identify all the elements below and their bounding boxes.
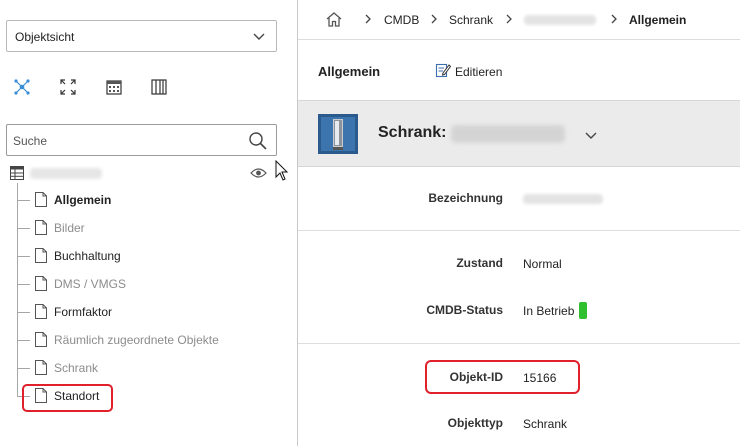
chevron-down-icon[interactable] (584, 128, 598, 142)
highlight-box-standort (22, 384, 113, 412)
chevron-right-icon (431, 14, 437, 24)
tree-node-label: Bilder (54, 221, 85, 235)
chevron-right-icon (506, 14, 512, 24)
field-label: Objekttyp (447, 416, 503, 430)
tree-node[interactable]: Räumlich zugeordnete Objekte (17, 330, 277, 350)
field-bezeichnung: Bezeichnung (298, 189, 740, 209)
breadcrumb: CMDB Schrank Allgemein (298, 0, 740, 40)
eye-icon[interactable] (250, 167, 267, 179)
search-icon[interactable] (248, 131, 268, 151)
table-icon (10, 166, 24, 180)
chevron-right-icon (611, 14, 617, 24)
field-value: In Betrieb (523, 304, 575, 318)
field-value-redacted (523, 194, 603, 204)
tree-node-label: Schrank (54, 361, 99, 375)
field-cmdb-status: CMDB-Status In Betrieb (298, 301, 740, 321)
section-divider (298, 343, 740, 344)
section-divider (298, 230, 740, 231)
page-title: Allgemein (318, 64, 381, 79)
main-panel: CMDB Schrank Allgemein Allgemein Editier… (298, 0, 740, 446)
tree-branch (17, 368, 30, 369)
highlight-box-objekt-id (425, 360, 580, 394)
document-icon (35, 220, 47, 235)
chevron-down-icon (253, 33, 265, 40)
tree-node[interactable]: Bilder (17, 218, 277, 238)
expand-icon[interactable] (59, 78, 77, 96)
field-label: Zustand (456, 256, 503, 270)
tree-node-label: Räumlich zugeordnete Objekte (54, 333, 219, 347)
left-panel: Objektsicht Suche Allgemein Bilder Buchh… (0, 0, 297, 446)
calendar-icon[interactable] (105, 78, 123, 96)
tree-branch (17, 312, 30, 313)
tree-node-label: DMS / VMGS (54, 277, 127, 291)
view-select-value: Objektsicht (15, 30, 75, 44)
mouse-cursor-icon (275, 160, 289, 181)
tree-node-label: Allgemein (54, 193, 112, 207)
field-objekttyp: Objekttyp Schrank (298, 414, 740, 434)
document-icon (35, 360, 47, 375)
tree-node-label: Formfaktor (54, 305, 113, 319)
document-icon (35, 192, 47, 207)
object-header: Schrank: (298, 100, 740, 167)
tree-node[interactable]: DMS / VMGS (17, 274, 277, 294)
tree-branch (17, 256, 30, 257)
home-icon[interactable] (326, 12, 342, 27)
field-zustand: Zustand Normal (298, 254, 740, 274)
page-header: Allgemein Editieren (298, 40, 740, 100)
search-box (6, 124, 277, 156)
tree-node[interactable]: Allgemein (17, 190, 277, 210)
tree-node-label: Buchhaltung (54, 249, 121, 263)
tree-node[interactable]: Schrank (17, 358, 277, 378)
chevron-right-icon (365, 14, 371, 24)
tree-branch (17, 228, 30, 229)
field-value: Normal (523, 257, 562, 271)
book-icon[interactable] (150, 78, 168, 96)
redacted-root-name (30, 168, 102, 179)
search-input[interactable] (13, 132, 233, 150)
document-icon (35, 332, 47, 347)
tree-root[interactable] (10, 165, 280, 183)
document-icon (35, 248, 47, 263)
tree-node[interactable]: Formfaktor (17, 302, 277, 322)
tree-branch (17, 284, 30, 285)
edit-icon[interactable] (435, 62, 451, 78)
tree-branch (17, 200, 30, 201)
breadcrumb-item-schrank[interactable]: Schrank (449, 13, 493, 27)
document-icon (35, 304, 47, 319)
breadcrumb-item-cmdb[interactable]: CMDB (384, 13, 419, 27)
breadcrumb-item-redacted[interactable] (524, 15, 596, 25)
view-select[interactable]: Objektsicht (6, 20, 277, 52)
object-type-label: Schrank: (378, 124, 447, 141)
rack-object-icon (318, 114, 358, 154)
field-value: Schrank (523, 417, 568, 431)
breadcrumb-current: Allgemein (629, 13, 687, 27)
redacted-object-name (451, 125, 565, 143)
tree-branch (17, 340, 30, 341)
edit-button[interactable]: Editieren (455, 65, 502, 79)
field-label: CMDB-Status (426, 303, 503, 317)
graph-icon[interactable] (13, 78, 31, 96)
field-label: Bezeichnung (428, 191, 503, 205)
document-icon (35, 276, 47, 291)
tree-node[interactable]: Buchhaltung (17, 246, 277, 266)
status-indicator (579, 302, 587, 319)
